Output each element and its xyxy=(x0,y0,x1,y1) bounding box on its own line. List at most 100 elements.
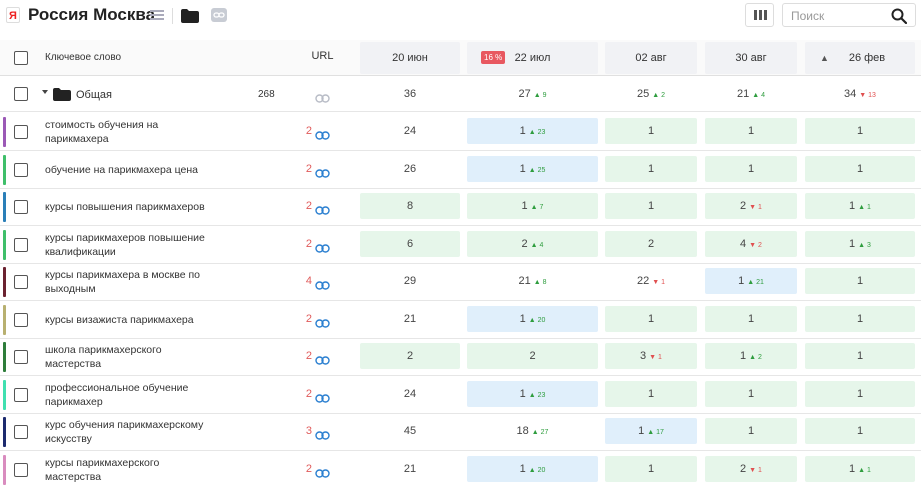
row-checkbox[interactable] xyxy=(14,238,28,252)
url-count[interactable]: 2 xyxy=(300,313,312,325)
position-cell[interactable]: 1 xyxy=(805,118,915,144)
link-icon[interactable] xyxy=(315,390,330,408)
position-cell[interactable]: 1 ▲ 23 xyxy=(467,381,598,407)
position-cell[interactable]: 2 xyxy=(467,343,598,369)
position-cell[interactable]: 1 xyxy=(805,343,915,369)
position-cell[interactable]: 1 ▲ 21 xyxy=(705,268,797,294)
url-count[interactable]: 2 xyxy=(300,163,312,175)
position-cell[interactable]: 1 xyxy=(605,156,697,182)
url-count[interactable]: 2 xyxy=(300,200,312,212)
column-header-date[interactable]: 20 июн xyxy=(360,42,460,74)
table-row[interactable]: курсы парикмахеров повышение квалификаци… xyxy=(0,226,921,264)
position-cell[interactable]: 1 ▲ 1 xyxy=(805,456,915,482)
position-cell[interactable]: 1 ▲ 20 xyxy=(467,456,598,482)
column-header-date[interactable]: 16 % 22 июл xyxy=(467,42,598,74)
row-checkbox[interactable] xyxy=(14,425,28,439)
position-cell[interactable]: 36 xyxy=(360,81,460,107)
position-cell[interactable]: 2 ▲ 4 xyxy=(467,231,598,257)
position-cell[interactable]: 26 xyxy=(360,156,460,182)
position-cell[interactable]: 24 xyxy=(360,381,460,407)
link-icon[interactable] xyxy=(315,240,330,258)
table-row[interactable]: школа парикмахерского мастерства 2 2 2 3 ▼ 11… xyxy=(0,338,921,376)
row-checkbox[interactable] xyxy=(14,350,28,364)
sort-asc-icon[interactable]: ▲ xyxy=(820,42,829,74)
folder-icon[interactable] xyxy=(181,9,199,28)
link-icon[interactable] xyxy=(315,465,330,483)
position-cell[interactable]: 1 xyxy=(805,156,915,182)
link-icon[interactable] xyxy=(315,165,330,183)
position-cell[interactable]: 1 xyxy=(705,418,797,444)
position-cell[interactable]: 6 xyxy=(360,231,460,257)
table-row[interactable]: курсы повышения парикмахеров 2 8 1 ▲ 7 1 2 ▼ 11… xyxy=(0,188,921,226)
columns-button[interactable] xyxy=(745,3,774,27)
position-cell[interactable]: 1 ▲ 20 xyxy=(467,306,598,332)
search-box[interactable] xyxy=(782,3,916,27)
position-cell[interactable]: 24 xyxy=(360,118,460,144)
column-header-date[interactable]: 30 авг xyxy=(705,42,797,74)
row-checkbox[interactable] xyxy=(14,275,28,289)
position-cell[interactable]: 22 ▼ 1 xyxy=(605,268,697,294)
position-cell[interactable]: 3 ▼ 1 xyxy=(605,343,697,369)
position-cell[interactable]: 25 ▲ 2 xyxy=(605,81,697,107)
group-row[interactable]: Общая 268 36 27 ▲ 9 25 ▲ 2 21 ▲ 4 34 ▼ 13 xyxy=(0,77,921,112)
table-row[interactable]: курсы парикмахера в москве по выходным 4 2… xyxy=(0,263,921,301)
position-cell[interactable]: 1 ▲ 2 xyxy=(705,343,797,369)
position-cell[interactable]: 2 xyxy=(605,231,697,257)
position-cell[interactable]: 1 xyxy=(805,381,915,407)
position-cell[interactable]: 1 xyxy=(605,118,697,144)
table-row[interactable]: стоимость обучения на парикмахера 2 24 1 ▲ 2… xyxy=(0,113,921,151)
position-cell[interactable]: 1 xyxy=(805,418,915,444)
link-icon[interactable] xyxy=(211,8,227,22)
position-cell[interactable]: 21 ▲ 8 xyxy=(467,268,598,294)
link-icon[interactable] xyxy=(315,315,330,333)
url-count[interactable]: 2 xyxy=(300,238,312,250)
link-icon[interactable] xyxy=(315,352,330,370)
position-cell[interactable]: 1 xyxy=(705,118,797,144)
table-row[interactable]: курс обучения парикмахерскому искусству 3… xyxy=(0,413,921,451)
position-cell[interactable]: 8 xyxy=(360,193,460,219)
link-icon[interactable] xyxy=(315,127,330,145)
column-header-keyword[interactable]: Ключевое слово xyxy=(45,52,121,63)
column-header-date[interactable]: 02 авг xyxy=(605,42,697,74)
position-cell[interactable]: 1 ▲ 3 xyxy=(805,231,915,257)
position-cell[interactable]: 1 xyxy=(705,156,797,182)
position-cell[interactable]: 2 ▼ 1 xyxy=(705,193,797,219)
position-cell[interactable]: 4 ▼ 2 xyxy=(705,231,797,257)
table-row[interactable]: профессиональное обучение парикмахер 2 24 1… xyxy=(0,376,921,414)
link-icon[interactable] xyxy=(315,202,330,220)
position-cell[interactable]: 21 ▲ 4 xyxy=(705,81,797,107)
search-icon[interactable] xyxy=(891,8,907,24)
position-cell[interactable]: 29 xyxy=(360,268,460,294)
column-header-url[interactable]: URL xyxy=(305,40,340,72)
position-cell[interactable]: 21 xyxy=(360,306,460,332)
position-cell[interactable]: 45 xyxy=(360,418,460,444)
position-cell[interactable]: 1 ▲ 25 xyxy=(467,156,598,182)
position-cell[interactable]: 34 ▼ 13 xyxy=(805,81,915,107)
row-checkbox[interactable] xyxy=(14,388,28,402)
link-icon[interactable] xyxy=(315,277,330,295)
position-cell[interactable]: 1 xyxy=(605,193,697,219)
position-cell[interactable]: 21 xyxy=(360,456,460,482)
link-icon[interactable] xyxy=(315,427,330,445)
url-count[interactable]: 4 xyxy=(300,275,312,287)
position-cell[interactable]: 1 ▲ 7 xyxy=(467,193,598,219)
row-checkbox[interactable] xyxy=(14,163,28,177)
row-checkbox[interactable] xyxy=(14,313,28,327)
url-count[interactable]: 2 xyxy=(300,463,312,475)
table-row[interactable]: курсы парикмахерского мастерства 2 21 1 ▲ 20… xyxy=(0,451,921,485)
position-cell[interactable]: 1 xyxy=(705,306,797,332)
caret-down-icon[interactable] xyxy=(42,90,48,94)
row-checkbox[interactable] xyxy=(14,463,28,477)
position-cell[interactable]: 2 xyxy=(360,343,460,369)
search-input[interactable] xyxy=(791,7,881,24)
position-cell[interactable]: 18 ▲ 27 xyxy=(467,418,598,444)
url-count[interactable]: 2 xyxy=(300,388,312,400)
position-cell[interactable]: 27 ▲ 9 xyxy=(467,81,598,107)
position-cell[interactable]: 1 xyxy=(605,456,697,482)
group-checkbox[interactable] xyxy=(14,87,28,101)
url-count[interactable]: 2 xyxy=(300,125,312,137)
position-cell[interactable]: 1 ▲ 1 xyxy=(805,193,915,219)
position-cell[interactable]: 1 xyxy=(605,306,697,332)
table-row[interactable]: курсы визажиста парикмахера 2 21 1 ▲ 20 1 1 1 xyxy=(0,301,921,339)
url-count[interactable]: 2 xyxy=(300,350,312,362)
